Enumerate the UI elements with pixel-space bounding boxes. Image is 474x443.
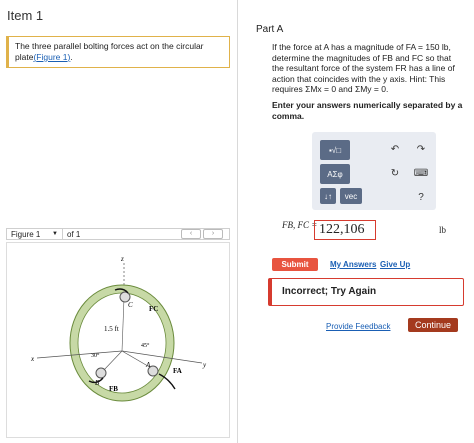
problem-statement: The three parallel bolting forces act on… bbox=[6, 36, 230, 68]
panel-divider bbox=[237, 0, 238, 443]
continue-button[interactable]: Continue bbox=[408, 318, 458, 332]
provide-feedback-link[interactable]: Provide Feedback bbox=[326, 322, 390, 331]
redo-icon[interactable]: ↷ bbox=[414, 142, 428, 156]
symbols-button[interactable]: AΣφ bbox=[320, 164, 350, 184]
figure-count: of 1 bbox=[67, 229, 81, 239]
units-label: lb bbox=[439, 225, 447, 235]
z-axis-label: z bbox=[120, 255, 124, 263]
sort-button[interactable]: ↓↑ bbox=[320, 188, 336, 204]
undo-icon[interactable]: ↶ bbox=[388, 142, 402, 156]
x-axis-label: x bbox=[30, 355, 35, 363]
circular-plate-diagram: z x y 1.5 ft 30° 45° C B A FC FB FA bbox=[30, 255, 207, 402]
templates-button[interactable]: ▪√□ bbox=[320, 140, 350, 160]
chevron-left-icon: ‹ bbox=[189, 230, 193, 237]
feedback-message: Incorrect; Try Again bbox=[268, 278, 464, 306]
answer-input[interactable]: 122,106 bbox=[314, 220, 376, 240]
reset-icon[interactable]: ↻ bbox=[388, 166, 402, 180]
give-up-link[interactable]: Give Up bbox=[380, 260, 410, 269]
my-answers-link[interactable]: My Answers bbox=[330, 260, 376, 269]
chevron-right-icon: › bbox=[211, 230, 215, 237]
prev-figure-button[interactable]: ‹ bbox=[181, 229, 201, 239]
angle-30-label: 30° bbox=[91, 352, 100, 359]
vector-button[interactable]: vec bbox=[340, 188, 362, 204]
figure-select[interactable]: Figure 1 ▼ bbox=[7, 229, 63, 239]
item-title: Item 1 bbox=[7, 8, 44, 23]
point-c-label: C bbox=[128, 301, 133, 309]
part-title: Part A bbox=[256, 24, 284, 35]
y-axis-label: y bbox=[202, 361, 207, 369]
dropdown-arrow-icon: ▼ bbox=[52, 231, 58, 237]
radius-label: 1.5 ft bbox=[104, 325, 119, 333]
answer-instruction: Enter your answers numerically separated… bbox=[272, 100, 463, 121]
math-toolbar: ▪√□ AΣφ ↓↑ vec ↶ ↷ ↻ ⌨ ? bbox=[312, 132, 436, 210]
force-fa-label: FA bbox=[173, 367, 182, 375]
figure-area: z x y 1.5 ft 30° 45° C B A FC FB FA bbox=[6, 242, 230, 438]
force-fc-label: FC bbox=[149, 305, 158, 313]
help-icon[interactable]: ? bbox=[414, 190, 428, 204]
next-figure-button[interactable]: › bbox=[203, 229, 223, 239]
figure-toolbar: Figure 1 ▼ of 1 ‹ › bbox=[6, 228, 230, 240]
force-fb-label: FB bbox=[109, 385, 118, 393]
answer-label: FB, FC = bbox=[282, 220, 318, 230]
problem-suffix: . bbox=[70, 52, 73, 62]
point-a-label: A bbox=[145, 361, 151, 369]
submit-button[interactable]: Submit bbox=[272, 258, 318, 271]
keyboard-icon[interactable]: ⌨ bbox=[414, 166, 428, 180]
figure-link[interactable]: (Figure 1) bbox=[33, 52, 70, 62]
angle-45-label: 45° bbox=[141, 342, 150, 349]
question-text: If the force at A has a magnitude of FA … bbox=[272, 42, 455, 94]
